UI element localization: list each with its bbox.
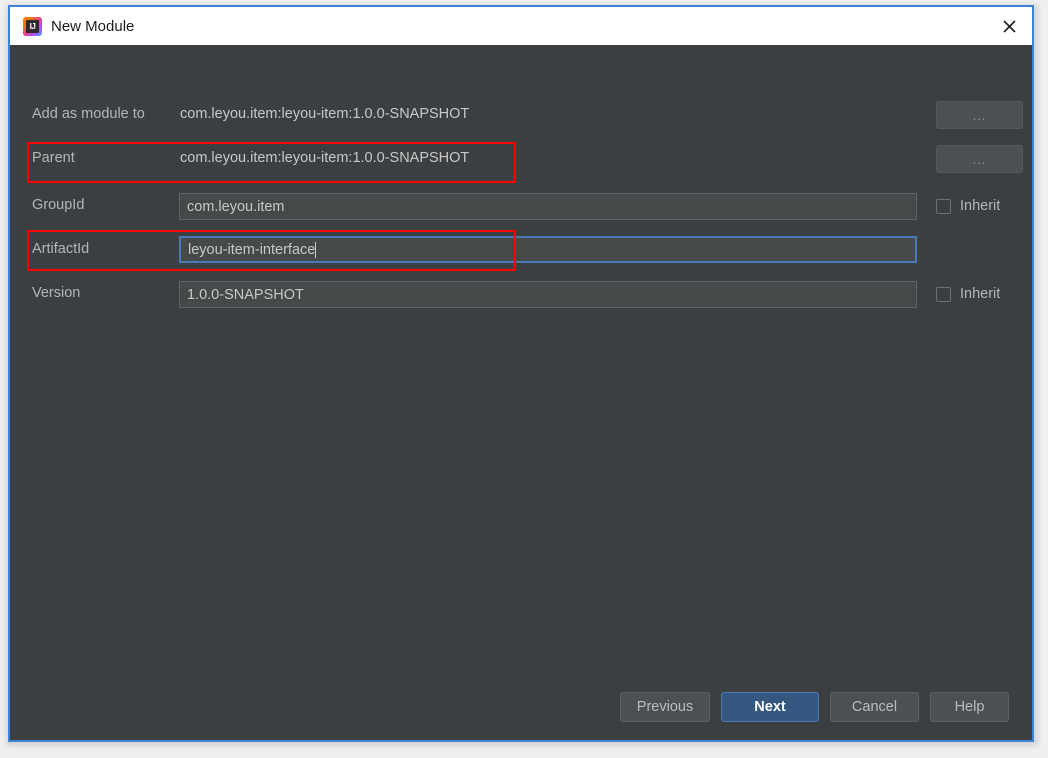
new-module-dialog: IJ New Module Add as module to com.leyou… bbox=[8, 5, 1034, 742]
intellij-idea-icon: IJ bbox=[23, 16, 42, 36]
groupid-inherit-label: Inherit bbox=[960, 198, 1001, 214]
previous-button[interactable]: Previous bbox=[620, 692, 710, 722]
add-as-module-to-label: Add as module to bbox=[32, 106, 145, 122]
version-inherit-checkbox[interactable]: Inherit bbox=[936, 286, 1000, 302]
add-as-module-to-value: com.leyou.item:leyou-item:1.0.0-SNAPSHOT bbox=[180, 106, 470, 122]
checkbox-box bbox=[936, 286, 951, 302]
parent-value: com.leyou.item:leyou-item:1.0.0-SNAPSHOT bbox=[180, 150, 470, 166]
cancel-button[interactable]: Cancel bbox=[830, 692, 919, 722]
intellij-idea-icon-glyph: IJ bbox=[26, 19, 39, 33]
dialog-button-bar: Previous Next Cancel Help bbox=[10, 678, 1032, 740]
version-input[interactable] bbox=[179, 281, 917, 308]
groupid-label: GroupId bbox=[32, 197, 85, 213]
version-label: Version bbox=[32, 285, 81, 301]
help-button[interactable]: Help bbox=[930, 692, 1009, 722]
groupid-input[interactable] bbox=[179, 193, 917, 220]
add-as-module-to-browse-button[interactable]: ... bbox=[936, 101, 1023, 129]
parent-label: Parent bbox=[32, 150, 75, 166]
close-button[interactable] bbox=[986, 7, 1032, 45]
version-inherit-label: Inherit bbox=[960, 286, 1001, 302]
artifactid-label: ArtifactId bbox=[32, 241, 90, 257]
close-icon bbox=[1002, 19, 1016, 33]
dialog-titlebar: IJ New Module bbox=[10, 7, 1032, 45]
dialog-title: New Module bbox=[51, 17, 135, 35]
artifactid-input[interactable] bbox=[179, 236, 917, 263]
groupid-inherit-checkbox[interactable]: Inherit bbox=[936, 198, 1000, 214]
dialog-body: Add as module to com.leyou.item:leyou-it… bbox=[10, 45, 1032, 740]
desktop-background: IJ New Module Add as module to com.leyou… bbox=[0, 0, 1048, 758]
parent-browse-button[interactable]: ... bbox=[936, 145, 1023, 173]
checkbox-box bbox=[936, 198, 951, 214]
next-button[interactable]: Next bbox=[721, 692, 819, 722]
